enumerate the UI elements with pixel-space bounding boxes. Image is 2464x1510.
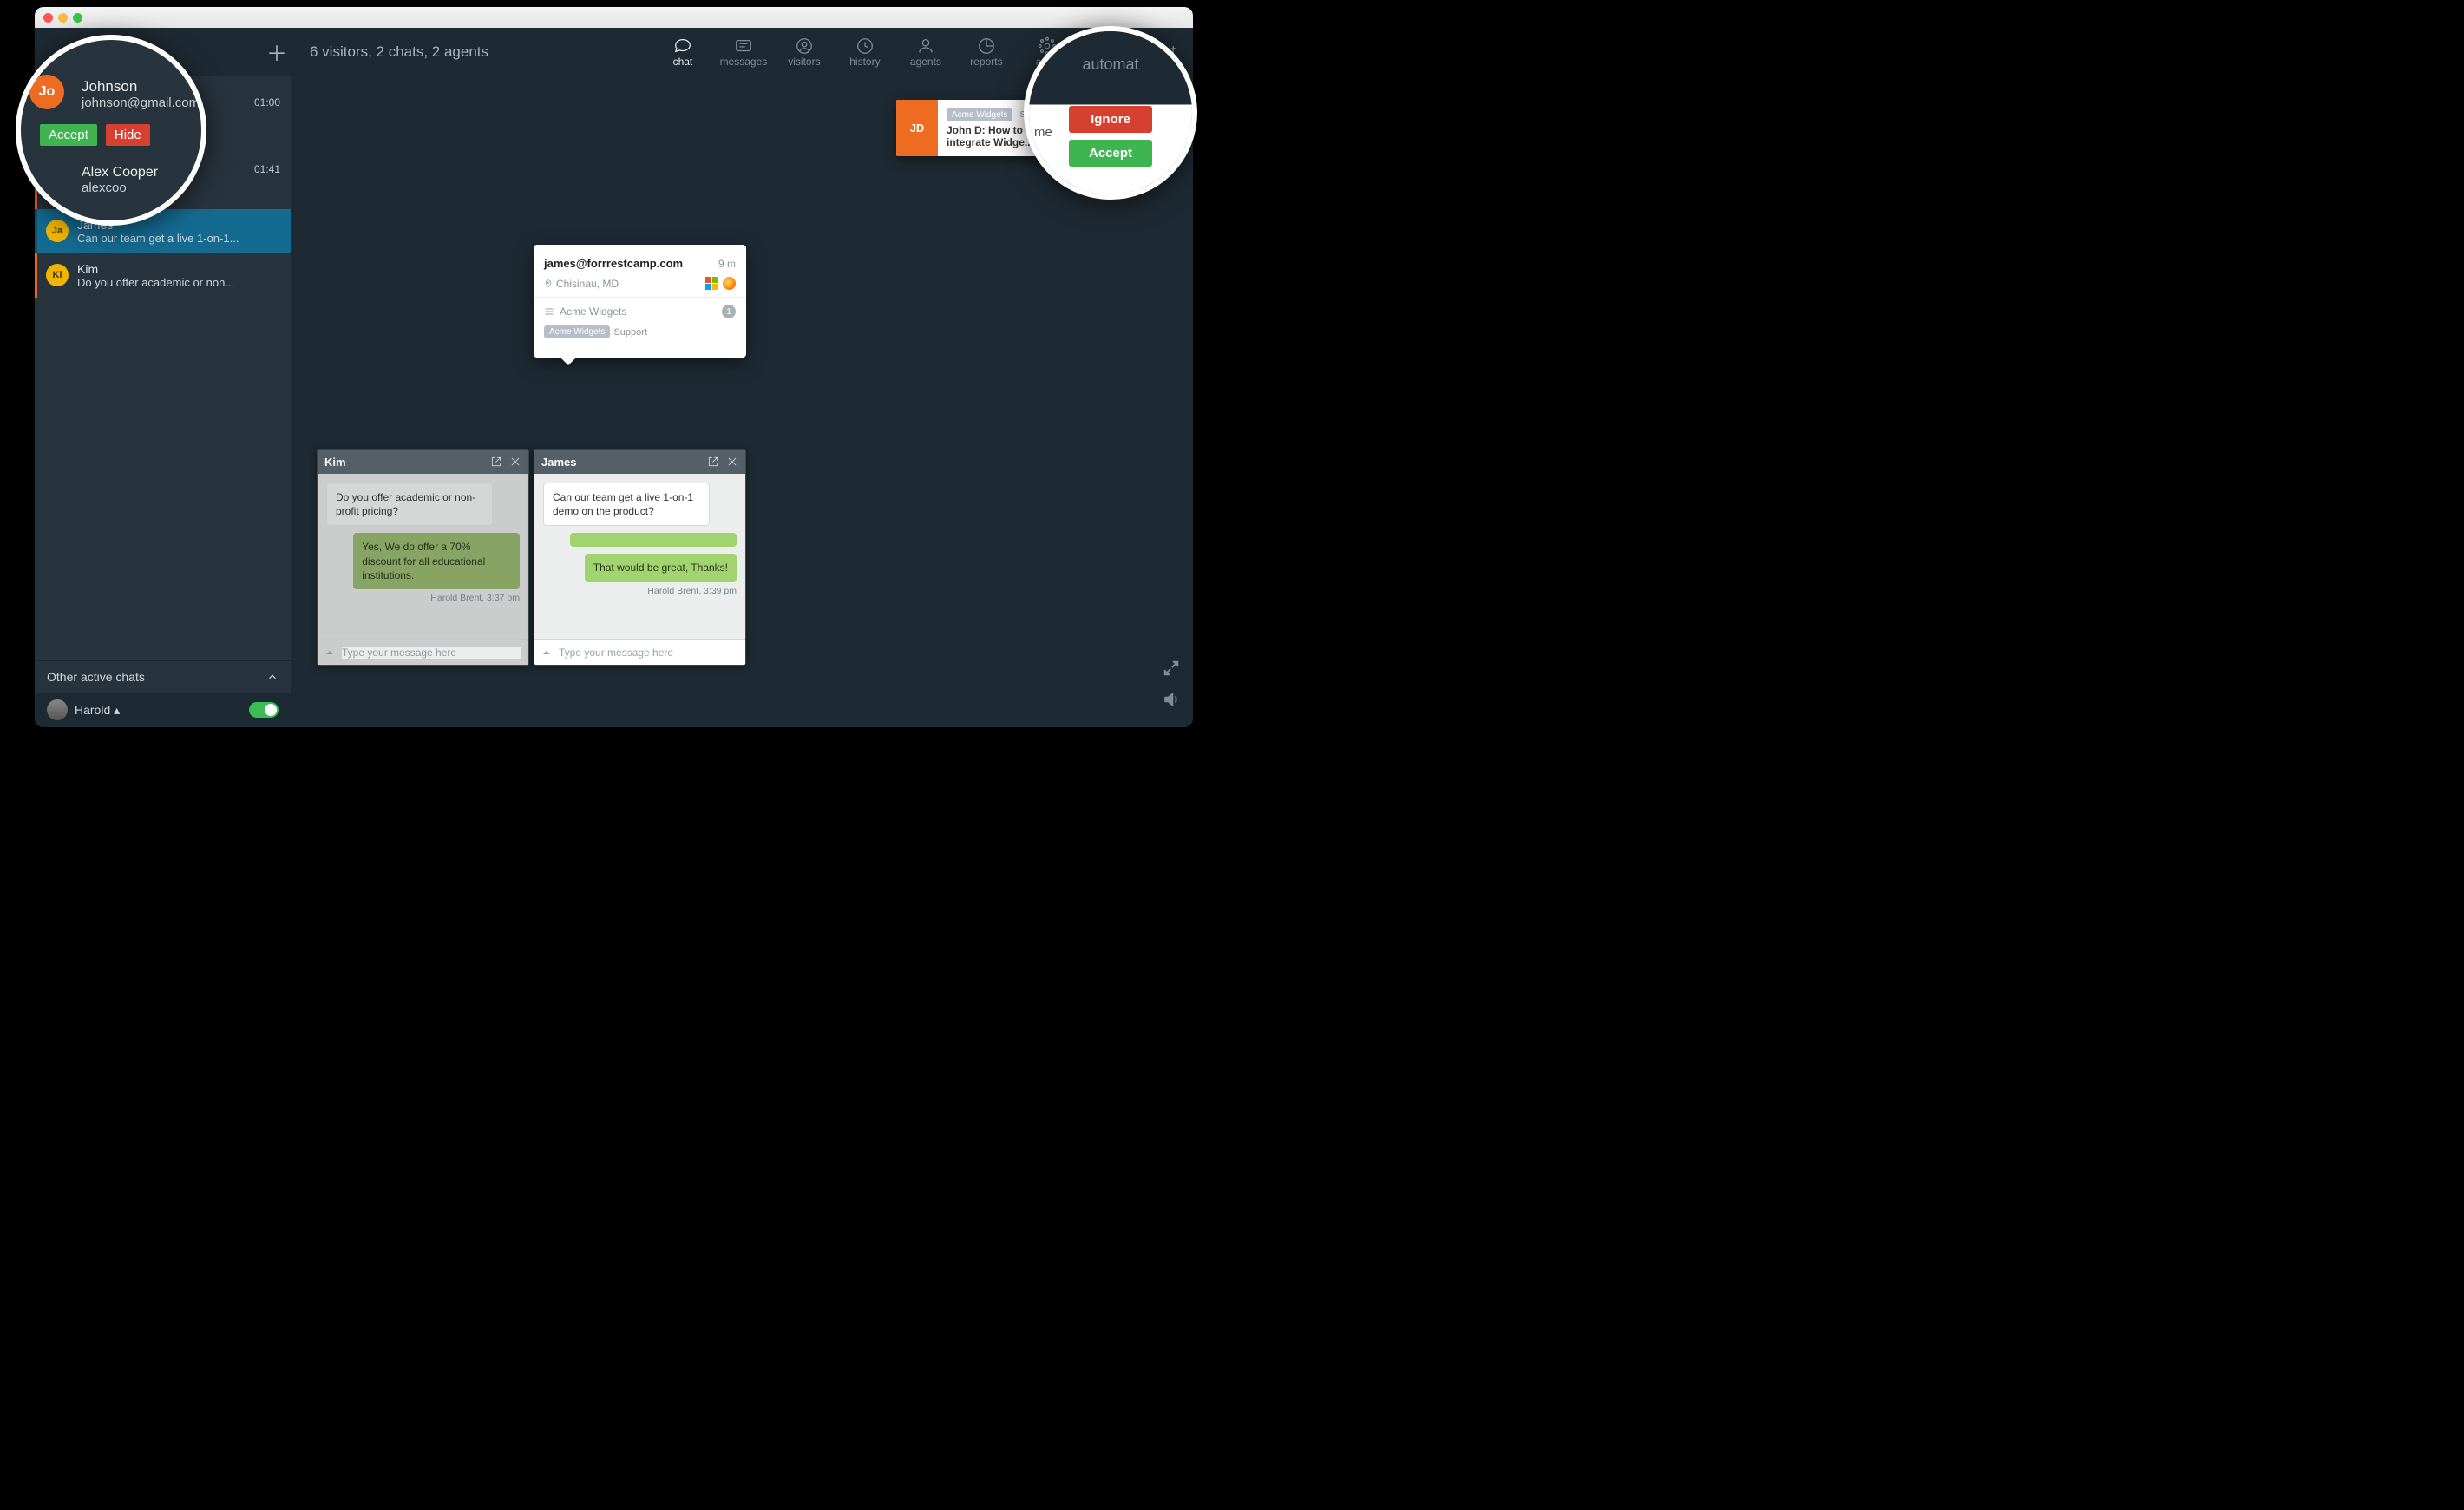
windows-icon [705, 277, 718, 290]
visitor-group: Acme Widgets [544, 305, 626, 318]
nav-visitors[interactable]: visitors [774, 36, 835, 68]
nav-label: chat [673, 56, 693, 68]
chat-item-sub: Can our team get a live 1-on-1... [77, 232, 280, 245]
visitor-tag-sub: Support [613, 327, 647, 338]
list-icon [544, 306, 554, 317]
firefox-icon [723, 277, 736, 290]
visitor-time: 9 m [718, 258, 736, 270]
chat-input[interactable] [559, 647, 738, 659]
message-in: Do you offer academic or non-profit pric… [326, 483, 493, 526]
app-window: ＋ 6 visitors, 2 chats, 2 agents chat mes… [35, 7, 1193, 727]
avatar: Jo [29, 75, 64, 109]
message-out [570, 533, 737, 547]
nav-label: agents [910, 56, 941, 68]
toast-tag: Acme Widgets [947, 108, 1012, 121]
magnifier-left: Jo Johnson johnson@gmail.com Accept Hide… [16, 35, 206, 226]
window-minimize-dot[interactable] [58, 13, 68, 23]
online-toggle[interactable] [249, 702, 279, 718]
lens-name: Johnson [82, 78, 189, 95]
chat-input-row [318, 639, 528, 665]
popout-icon[interactable] [490, 456, 502, 468]
agent-avatar [47, 699, 68, 720]
nav-messages[interactable]: messages [713, 36, 774, 68]
close-icon[interactable] [726, 456, 738, 468]
accept-button[interactable]: Accept [40, 124, 97, 146]
nav-chat[interactable]: chat [652, 36, 713, 68]
chat-item-kim[interactable]: Ki Kim Do you offer academic or non... [35, 253, 291, 298]
chat-item-sub: Do you offer academic or non... [77, 276, 280, 289]
toast-avatar: JD [896, 100, 938, 156]
chevron-up-icon [266, 671, 279, 683]
chat-window-title: James [541, 456, 576, 469]
chat-item-name: Kim [77, 262, 280, 276]
lens-trail-text: automat [1029, 56, 1192, 74]
nav-label: reports [970, 56, 1002, 68]
visitor-tag: Acme Widgets [544, 325, 610, 338]
chat-bubble-icon [673, 36, 692, 56]
message-in: Can our team get a live 1-on-1 demo on t… [543, 483, 710, 526]
message-meta: Harold Brent, 3:37 pm [326, 593, 520, 603]
magnifier-right: automat me Ignore Accept [1024, 26, 1197, 200]
close-icon[interactable] [509, 456, 521, 468]
history-icon [855, 36, 875, 56]
chat-input[interactable] [342, 647, 521, 659]
avatar: Ki [46, 264, 69, 286]
ignore-button[interactable]: Ignore [1069, 106, 1152, 133]
add-chat-button[interactable]: ＋ [266, 36, 287, 67]
visitor-email: james@forrrestcamp.com [544, 257, 683, 270]
chat-window-kim: Kim Do you offer academic or non-profit … [317, 449, 529, 666]
chat-window-header[interactable]: Kim [318, 450, 528, 474]
reports-icon [977, 36, 996, 56]
lens-email: johnson@gmail.com [82, 95, 189, 110]
fullscreen-button[interactable] [1162, 659, 1181, 682]
popout-icon[interactable] [707, 456, 719, 468]
agents-icon [916, 36, 935, 56]
chat-window-james: James Can our team get a live 1-on-1 dem… [534, 449, 746, 666]
chat-input-row [534, 639, 745, 665]
chevron-up-icon[interactable] [324, 647, 335, 658]
nav-reports[interactable]: reports [956, 36, 1017, 68]
visitors-icon [795, 36, 814, 56]
chat-window-title: Kim [324, 456, 346, 469]
window-zoom-dot[interactable] [73, 13, 82, 23]
nav-label: history [849, 56, 880, 68]
nav-history[interactable]: history [835, 36, 895, 68]
nav-agents[interactable]: agents [895, 36, 956, 68]
count-badge: 1 [722, 305, 736, 318]
chat-item-time: 01:00 [254, 96, 280, 108]
agent-status-row: Harold ▴ [35, 693, 291, 727]
messages-icon [734, 36, 753, 56]
window-close-dot[interactable] [43, 13, 53, 23]
other-chats-toggle[interactable]: Other active chats [35, 660, 291, 693]
visitor-location: Chisinau, MD [544, 278, 619, 290]
chat-item-time: 01:41 [254, 163, 280, 175]
summary-text: 6 visitors, 2 chats, 2 agents [310, 43, 488, 61]
message-out: That would be great, Thanks! [585, 554, 737, 581]
message-out: Yes, We do offer a 70% discount for all … [353, 533, 520, 589]
chevron-up-icon[interactable] [541, 647, 552, 658]
nav-label: messages [720, 56, 768, 68]
toast-sender: John D: [947, 124, 986, 136]
message-meta: Harold Brent, 3:39 pm [543, 586, 737, 596]
hide-button[interactable]: Hide [106, 124, 150, 146]
top-bar: ＋ 6 visitors, 2 chats, 2 agents chat mes… [35, 28, 1193, 76]
lens-email-2: alexcoo [82, 181, 189, 195]
accept-button[interactable]: Accept [1069, 140, 1152, 167]
window-titlebar [35, 7, 1193, 28]
nav-label: visitors [788, 56, 820, 68]
sound-button[interactable] [1162, 690, 1181, 713]
chat-window-header[interactable]: James [534, 450, 745, 474]
visitor-popover: james@forrrestcamp.com 9 m Chisinau, MD [534, 245, 746, 358]
pin-icon [544, 279, 553, 289]
lens-name-2: Alex Cooper [82, 165, 189, 181]
browser-icons [705, 277, 736, 290]
agent-name[interactable]: Harold ▴ [75, 703, 120, 718]
other-chats-label: Other active chats [47, 670, 145, 684]
avatar: Ja [46, 220, 69, 242]
